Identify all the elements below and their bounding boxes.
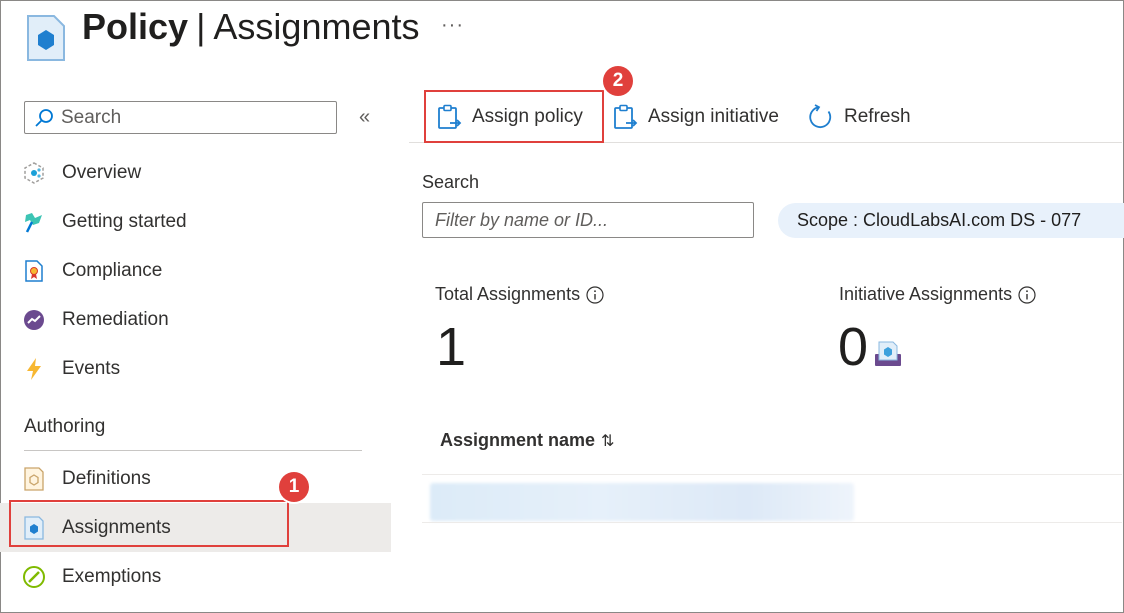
remediation-icon <box>22 308 46 332</box>
info-icon[interactable] <box>586 285 604 304</box>
section-title-authoring: Authoring <box>24 416 106 437</box>
sort-icon: ⇅ <box>601 432 615 450</box>
refresh-button[interactable]: Refresh <box>808 96 911 138</box>
sidebar-item-definitions[interactable]: Definitions <box>0 454 391 503</box>
scope-filter-pill[interactable]: Scope : CloudLabsAI.com DS - 077 <box>778 203 1124 238</box>
sidebar-item-label: Remediation <box>62 308 169 330</box>
initiative-assignments-text: Initiative Assignments <box>839 284 1013 304</box>
column-header-label: Assignment name <box>440 430 596 450</box>
step-badge-1: 1 <box>279 472 309 502</box>
definitions-icon <box>22 466 46 491</box>
sidebar-item-label: Compliance <box>62 259 163 281</box>
total-assignments-value: 1 <box>436 317 467 377</box>
sidebar-item-label: Overview <box>62 161 142 183</box>
search-label: Search <box>422 172 480 192</box>
table-row-divider <box>422 522 1122 523</box>
sidebar-item-label: Getting started <box>62 210 187 232</box>
page-title-assignments: Assignments <box>213 6 420 47</box>
assign-initiative-label: Assign initiative <box>648 106 779 127</box>
sidebar-item-remediation[interactable]: Remediation <box>0 295 391 344</box>
overview-icon <box>22 161 46 185</box>
section-divider <box>24 450 362 451</box>
sidebar-search-placeholder: Search <box>61 106 122 128</box>
compliance-icon <box>22 259 46 283</box>
sidebar-item-exemptions[interactable]: Exemptions <box>0 552 391 601</box>
refresh-icon <box>809 104 832 128</box>
sidebar-item-getting-started[interactable]: Getting started <box>0 197 391 246</box>
initiative-assignments-label: Initiative Assignments <box>839 284 1036 305</box>
highlight-box-step-2 <box>424 90 604 143</box>
sidebar-item-label: Exemptions <box>62 565 162 587</box>
table-row-redacted[interactable] <box>430 483 854 521</box>
page-title-policy: Policy <box>82 6 189 47</box>
more-options-button[interactable]: ··· <box>441 14 464 37</box>
page-title: Policy | Assignments <box>82 6 420 48</box>
sidebar-item-label: Definitions <box>62 467 151 489</box>
policy-hexagon-icon <box>27 15 65 61</box>
title-separator: | <box>196 6 206 47</box>
collapse-sidebar-button[interactable]: « <box>359 106 370 129</box>
total-assignments-label: Total Assignments <box>435 284 604 305</box>
getting-started-icon <box>22 210 46 234</box>
search-icon <box>35 108 53 127</box>
clipboard-assign-icon <box>614 104 638 129</box>
info-icon[interactable] <box>1018 285 1036 304</box>
sidebar-item-label: Events <box>62 357 121 379</box>
table-header-divider <box>422 474 1122 475</box>
step-badge-2: 2 <box>603 66 633 96</box>
highlight-box-step-1 <box>9 500 289 547</box>
column-header-assignment-name[interactable]: Assignment name ⇅ <box>440 430 614 451</box>
exemptions-icon <box>22 565 46 589</box>
sidebar-search-input[interactable]: Search <box>24 101 337 134</box>
sidebar-item-overview[interactable]: Overview <box>0 148 391 197</box>
initiative-stack-icon <box>875 341 901 366</box>
refresh-label: Refresh <box>844 106 911 127</box>
initiative-assignments-value: 0 <box>838 317 869 377</box>
sidebar-item-events[interactable]: Events <box>0 344 391 393</box>
total-assignments-text: Total Assignments <box>435 284 581 304</box>
events-lightning-icon <box>22 357 46 381</box>
assign-initiative-button[interactable]: Assign initiative <box>612 96 779 138</box>
sidebar-item-compliance[interactable]: Compliance <box>0 246 391 295</box>
filter-by-name-input[interactable] <box>422 202 754 238</box>
